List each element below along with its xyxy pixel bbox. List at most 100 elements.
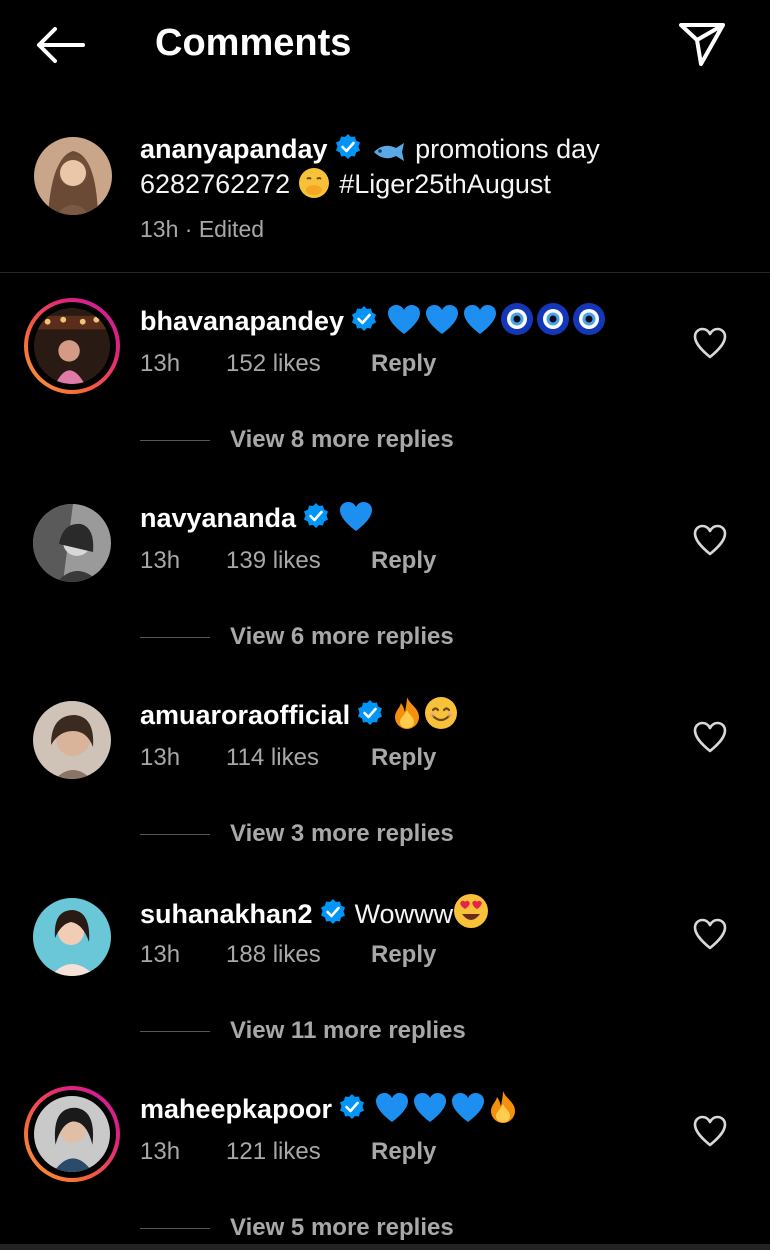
reply-button[interactable]: Reply <box>371 941 436 969</box>
verified-badge-icon <box>358 700 383 725</box>
comment-likes[interactable]: 114 likes <box>226 744 371 772</box>
comment-username[interactable]: suhanakhan2 <box>140 899 313 929</box>
reply-button[interactable]: Reply <box>371 744 436 772</box>
caption-text: ananyapanday promotions day 6282762272 #… <box>140 132 730 202</box>
reply-button[interactable]: Reply <box>371 547 436 575</box>
comment-likes[interactable]: 152 likes <box>226 350 371 378</box>
back-button[interactable] <box>30 20 90 70</box>
view-more-replies-label: View 6 more replies <box>230 623 454 650</box>
nazar-amulet-emoji-icon <box>572 302 606 346</box>
comment-time: 13h <box>140 744 181 771</box>
view-more-replies-label: View 8 more replies <box>230 426 454 453</box>
post-caption: ananyapanday promotions day 6282762272 #… <box>0 128 770 272</box>
blue-heart-emoji-icon <box>462 304 498 346</box>
view-more-replies-button[interactable]: View 3 more replies <box>140 820 454 848</box>
smiling-face-emoji-icon <box>424 696 458 740</box>
view-more-replies-button[interactable]: View 5 more replies <box>140 1214 454 1242</box>
caption-meta: 13h · Edited <box>140 216 265 242</box>
hand-over-mouth-emoji-icon <box>298 168 329 198</box>
reply-button[interactable]: Reply <box>371 350 436 378</box>
comment-username[interactable]: amuaroraofficial <box>140 700 350 730</box>
blue-heart-emoji-icon <box>338 501 374 543</box>
divider <box>140 1030 210 1032</box>
comment-meta: 13h 121 likes Reply <box>140 1138 436 1166</box>
comment-username[interactable]: bhavanapandey <box>140 306 344 336</box>
like-button[interactable] <box>692 720 728 754</box>
avatar[interactable] <box>24 692 120 788</box>
top-bar: Comments <box>0 0 770 90</box>
like-button[interactable] <box>692 523 728 557</box>
blue-heart-emoji-icon <box>386 304 422 346</box>
caption-username[interactable]: ananyapanday <box>140 134 328 164</box>
fire-emoji-icon <box>392 696 422 740</box>
comment-text: Wowww <box>354 899 454 929</box>
avatar[interactable] <box>24 495 120 591</box>
comment-time: 13h <box>140 1138 181 1165</box>
nazar-amulet-emoji-icon <box>500 302 534 346</box>
view-more-replies-button[interactable]: View 8 more replies <box>140 426 454 454</box>
comment-row: amuaroraofficial 13h 114 likes Reply View 3 … <box>0 692 770 889</box>
divider <box>140 439 210 441</box>
comment-likes[interactable]: 139 likes <box>226 547 371 575</box>
view-more-replies-button[interactable]: View 6 more replies <box>140 623 454 651</box>
avatar[interactable] <box>24 1086 120 1182</box>
avatar[interactable] <box>24 298 120 394</box>
reply-button[interactable]: Reply <box>371 1138 436 1166</box>
verified-badge-icon <box>340 1094 365 1119</box>
back-arrow-icon <box>37 27 85 63</box>
bottom-edge <box>0 1244 770 1250</box>
comment-row: suhanakhan2 Wowww 13h 188 likes Reply View 11… <box>0 889 770 1086</box>
share-button[interactable] <box>674 18 730 70</box>
comment-username[interactable]: maheepkapoor <box>140 1094 332 1124</box>
like-heart-icon <box>693 524 727 556</box>
comment-time: 13h <box>140 547 181 574</box>
comment-meta: 13h 152 likes Reply <box>140 350 436 378</box>
page-title: Comments <box>155 22 352 64</box>
like-heart-icon <box>693 721 727 753</box>
send-icon <box>679 23 725 66</box>
view-more-replies-button[interactable]: View 11 more replies <box>140 1017 466 1045</box>
comment-likes[interactable]: 188 likes <box>226 941 371 969</box>
like-heart-icon <box>693 918 727 950</box>
verified-badge-icon <box>352 306 377 331</box>
comment-likes[interactable]: 121 likes <box>226 1138 371 1166</box>
comment-meta: 13h 188 likes Reply <box>140 941 436 969</box>
blue-heart-emoji-icon <box>424 304 460 346</box>
like-button[interactable] <box>692 1114 728 1148</box>
divider <box>140 636 210 638</box>
view-more-replies-label: View 5 more replies <box>230 1214 454 1241</box>
avatar[interactable] <box>24 889 120 985</box>
like-button[interactable] <box>692 917 728 951</box>
like-button[interactable] <box>692 326 728 360</box>
comment-time: 13h <box>140 941 181 968</box>
comment-meta: 13h 139 likes Reply <box>140 547 436 575</box>
caption-hashtag[interactable]: #Liger25thAugust <box>339 169 551 199</box>
divider <box>0 272 770 273</box>
comment-body: bhavanapandey <box>140 302 608 346</box>
comment-time: 13h <box>140 350 181 377</box>
view-more-replies-label: View 3 more replies <box>230 820 454 847</box>
avatar[interactable] <box>34 137 112 215</box>
verified-badge-icon <box>335 134 360 159</box>
comment-body: suhanakhan2 Wowww <box>140 893 491 939</box>
fire-emoji-icon <box>488 1090 518 1134</box>
verified-badge-icon <box>320 899 345 924</box>
fish-emoji-icon <box>373 143 404 161</box>
comment-username[interactable]: navyananda <box>140 503 296 533</box>
like-heart-icon <box>693 327 727 359</box>
nazar-amulet-emoji-icon <box>536 302 570 346</box>
comment-body: maheepkapoor <box>140 1090 520 1134</box>
like-heart-icon <box>693 1115 727 1147</box>
heart-eyes-emoji-icon <box>453 893 489 939</box>
comment-body: amuaroraofficial <box>140 696 460 740</box>
comment-meta: 13h 114 likes Reply <box>140 744 436 772</box>
divider <box>140 1227 210 1229</box>
divider <box>140 833 210 835</box>
view-more-replies-label: View 11 more replies <box>230 1017 466 1044</box>
comment-body: navyananda <box>140 499 376 543</box>
blue-heart-emoji-icon <box>374 1092 410 1134</box>
caption-text-part1: promotions day <box>415 134 600 164</box>
blue-heart-emoji-icon <box>412 1092 448 1134</box>
caption-text-part2: 6282762272 <box>140 169 291 199</box>
comment-row: maheepkapoor 13h 121 likes Reply View 5 more… <box>0 1086 770 1250</box>
